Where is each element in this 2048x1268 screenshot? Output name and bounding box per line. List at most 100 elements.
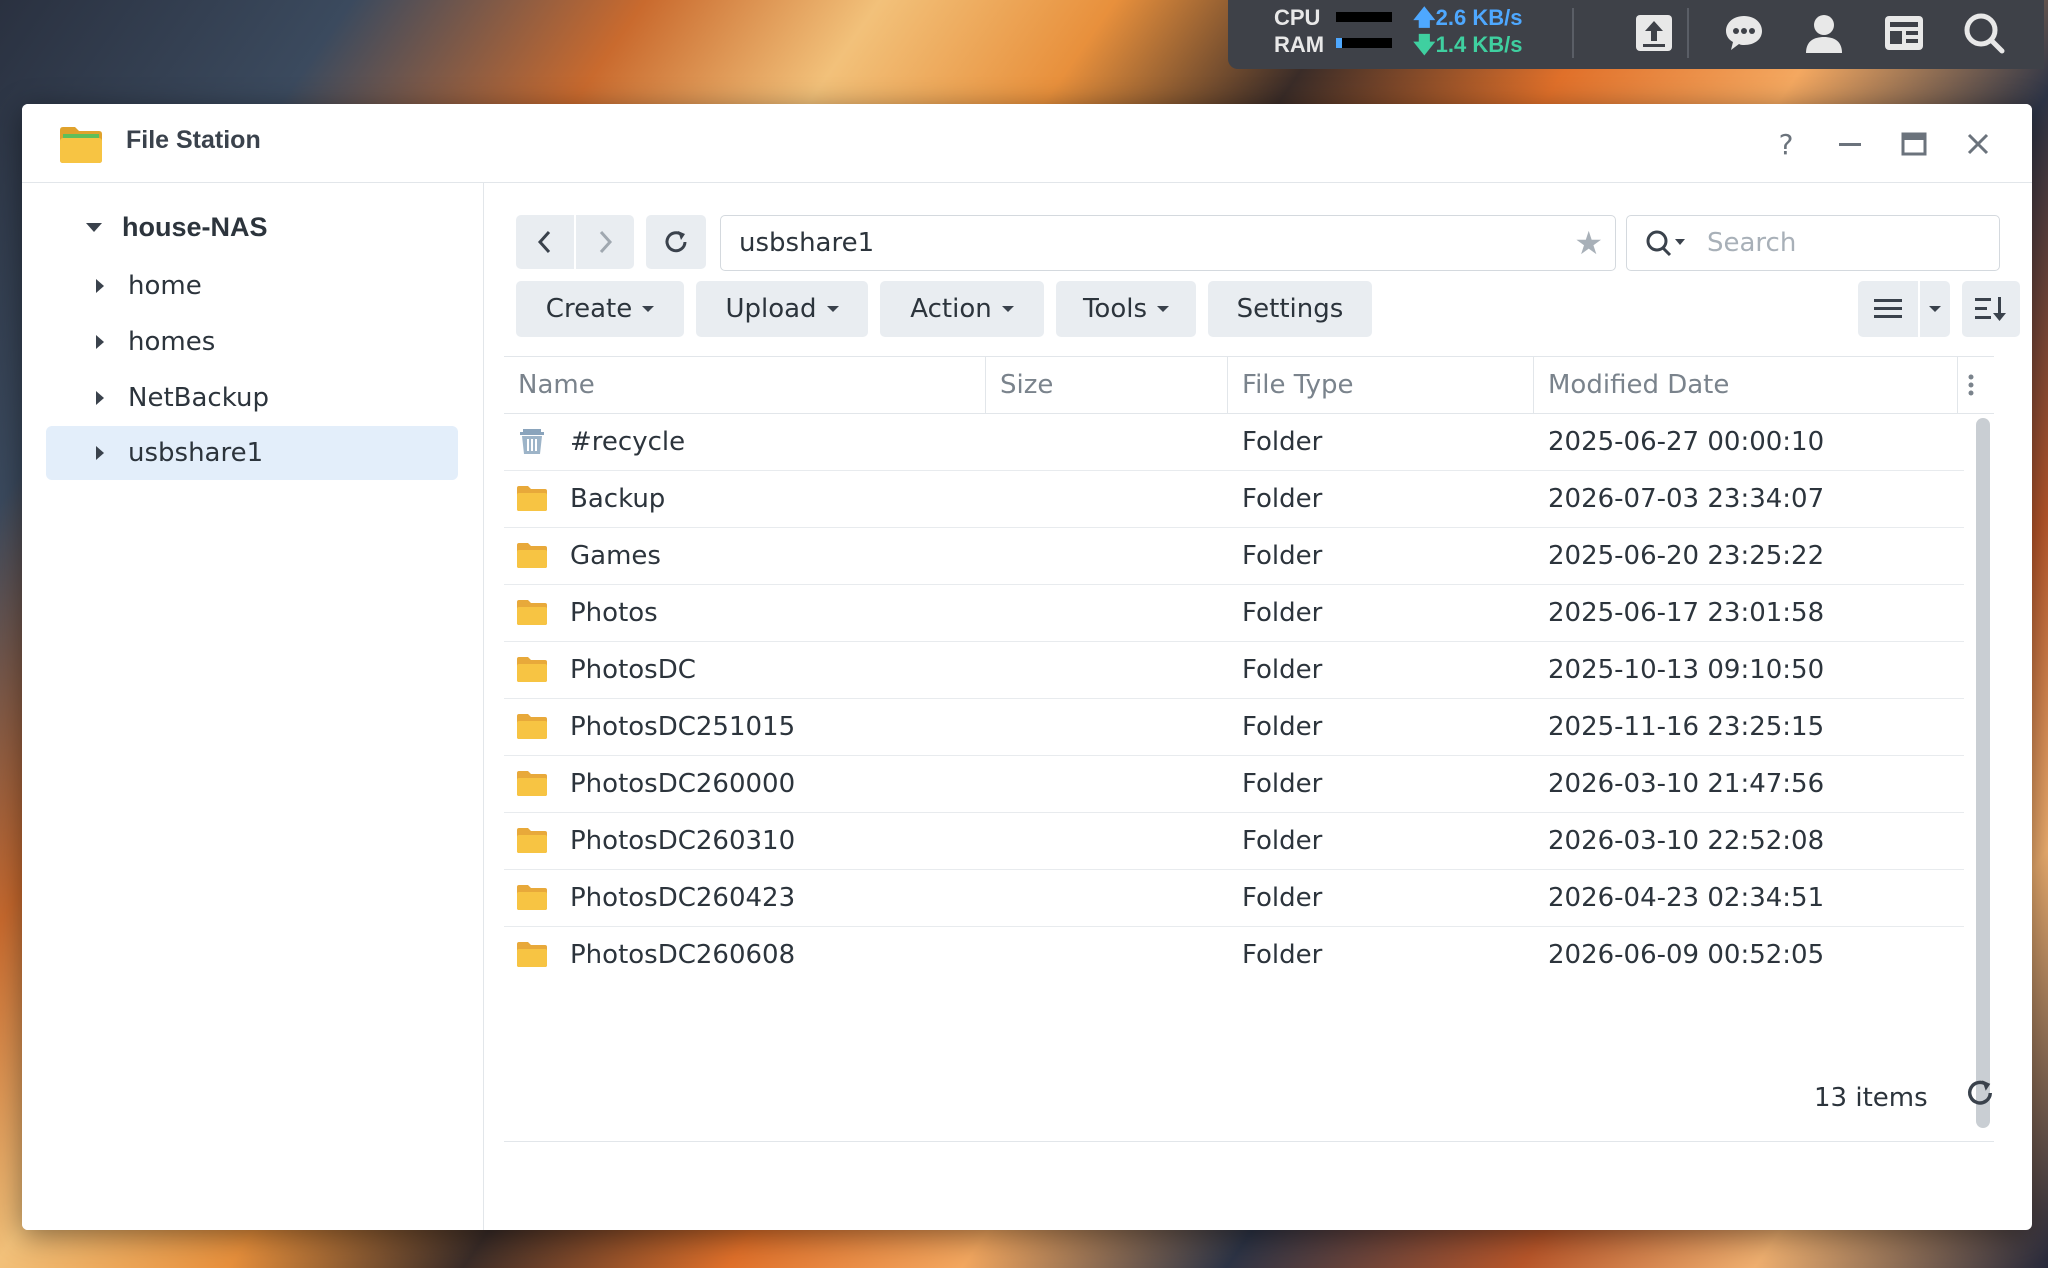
footer-refresh-button[interactable] <box>1964 1077 2004 1117</box>
sort-button[interactable] <box>1962 281 2020 337</box>
file-station-app-icon <box>60 127 102 163</box>
column-header-modified-date[interactable]: Modified Date <box>1534 357 1958 413</box>
window-title: File Station <box>126 126 261 154</box>
file-name: PhotosDC260000 <box>570 768 796 799</box>
settings-button[interactable]: Settings <box>1208 281 1372 337</box>
file-modified-date: 2026-06-09 00:52:05 <box>1548 939 1825 970</box>
search-box[interactable] <box>1626 215 2000 271</box>
chevron-right-icon[interactable] <box>96 335 104 349</box>
chevron-right-icon[interactable] <box>96 446 104 460</box>
action-button[interactable]: Action <box>880 281 1044 337</box>
file-type: Folder <box>1242 483 1323 514</box>
chevron-down-icon[interactable] <box>86 222 102 232</box>
file-name: PhotosDC251015 <box>570 711 796 742</box>
table-row[interactable]: PhotosDC260000 Folder 2026-03-10 21:47:56 <box>504 755 1964 813</box>
table-row[interactable]: PhotosDC Folder 2025-10-13 09:10:50 <box>504 641 1964 699</box>
chevron-left-icon <box>537 230 551 254</box>
file-name: PhotosDC260608 <box>570 939 796 970</box>
search-icon[interactable] <box>1645 228 1693 258</box>
resource-monitor[interactable]: CPU RAM <box>1274 4 1324 58</box>
table-row[interactable]: PhotosDC260608 Folder 2026-06-09 00:52:05 <box>504 926 1964 975</box>
chat-icon[interactable] <box>1720 8 1768 58</box>
folder-icon <box>516 541 548 569</box>
file-modified-date: 2025-11-16 23:25:15 <box>1548 711 1825 742</box>
items-count: 13 items <box>1814 1083 1928 1113</box>
file-modified-date: 2025-06-27 00:00:10 <box>1548 426 1825 457</box>
tree-item-netbackup[interactable]: NetBackup <box>46 371 458 425</box>
upload-label: Upload <box>725 294 817 324</box>
chevron-right-icon[interactable] <box>96 391 104 405</box>
action-label: Action <box>910 294 992 324</box>
back-button[interactable] <box>516 215 574 269</box>
file-modified-date: 2025-06-20 23:25:22 <box>1548 540 1825 571</box>
grid-rows: #recycle Folder 2025-06-27 00:00:10 Backup F… <box>504 413 1964 975</box>
search-input[interactable] <box>1705 224 1989 262</box>
list-view-button[interactable] <box>1858 281 1918 337</box>
file-modified-date: 2026-07-03 23:34:07 <box>1548 483 1825 514</box>
chevron-right-icon[interactable] <box>96 279 104 293</box>
caret-down-icon <box>826 306 839 312</box>
tree-item-label: homes <box>128 327 216 357</box>
minimize-icon <box>1839 143 1861 146</box>
caret-down-icon <box>1929 306 1941 312</box>
help-button[interactable]: ? <box>1766 124 1806 164</box>
list-view-icon <box>1874 299 1902 318</box>
refresh-button[interactable] <box>646 215 706 269</box>
file-modified-date: 2025-06-17 23:01:58 <box>1548 597 1825 628</box>
table-row[interactable]: Games Folder 2025-06-20 23:25:22 <box>504 527 1964 585</box>
search-icon[interactable] <box>1960 8 2008 58</box>
tree-root-house-nas[interactable]: house-NAS <box>64 207 268 247</box>
window-titlebar[interactable]: File Station ? <box>22 104 2032 183</box>
file-type: Folder <box>1242 939 1323 970</box>
sort-icon <box>1975 297 2006 321</box>
file-name: Backup <box>570 483 666 514</box>
user-icon[interactable] <box>1800 8 1848 58</box>
download-arrow-icon: 🡇 <box>1413 32 1436 57</box>
network-monitor[interactable]: 🡅2.6 KB/s 🡇1.4 KB/s <box>1413 4 1522 58</box>
upload-arrow-icon: 🡅 <box>1413 5 1436 30</box>
column-options-button[interactable] <box>1958 357 1994 413</box>
view-options-button[interactable] <box>1920 281 1950 337</box>
upload-tray-icon[interactable] <box>1630 8 1678 58</box>
table-row[interactable]: PhotosDC260310 Folder 2026-03-10 22:52:08 <box>504 812 1964 870</box>
trash-icon <box>516 427 548 455</box>
tree-item-label: usbshare1 <box>128 438 264 468</box>
column-header-size[interactable]: Size <box>986 357 1228 413</box>
folder-icon <box>516 940 548 968</box>
maximize-button[interactable] <box>1894 124 1934 164</box>
tools-button[interactable]: Tools <box>1056 281 1196 337</box>
tree-item-usbshare1[interactable]: usbshare1 <box>46 426 458 480</box>
upload-button[interactable]: Upload <box>696 281 868 337</box>
close-button[interactable] <box>1958 124 1998 164</box>
tools-label: Tools <box>1082 294 1148 324</box>
table-row[interactable]: #recycle Folder 2025-06-27 00:00:10 <box>504 413 1964 471</box>
table-row[interactable]: Backup Folder 2026-07-03 23:34:07 <box>504 470 1964 528</box>
forward-button[interactable] <box>576 215 634 269</box>
column-header-name[interactable]: Name <box>504 357 986 413</box>
file-type: Folder <box>1242 882 1323 913</box>
path-bar[interactable]: usbshare1 ★ <box>720 215 1616 271</box>
star-icon[interactable]: ★ <box>1574 224 1603 262</box>
folder-icon <box>516 712 548 740</box>
column-header-file-type[interactable]: File Type <box>1228 357 1534 413</box>
file-modified-date: 2025-10-13 09:10:50 <box>1548 654 1825 685</box>
grid-header: Name Size File Type Modified Date <box>504 356 1994 414</box>
cpu-label: CPU <box>1274 5 1321 30</box>
table-row[interactable]: Photos Folder 2025-06-17 23:01:58 <box>504 584 1964 642</box>
taskbar-divider <box>1687 8 1689 58</box>
maximize-icon <box>1901 132 1927 156</box>
table-row[interactable]: PhotosDC251015 Folder 2025-11-16 23:25:15 <box>504 698 1964 756</box>
widgets-icon[interactable] <box>1880 8 1928 58</box>
tree-item-homes[interactable]: homes <box>46 315 458 369</box>
tree-item-home[interactable]: home <box>46 259 458 313</box>
file-name: PhotosDC260423 <box>570 882 796 913</box>
settings-label: Settings <box>1236 294 1344 324</box>
close-icon <box>1967 133 1989 155</box>
create-button[interactable]: Create <box>516 281 684 337</box>
minimize-button[interactable] <box>1830 124 1870 164</box>
grid-scrollbar[interactable] <box>1976 418 1990 1128</box>
taskbar-divider <box>1572 8 1574 58</box>
folder-icon <box>516 769 548 797</box>
tree-root-label: house-NAS <box>122 211 268 242</box>
table-row[interactable]: PhotosDC260423 Folder 2026-04-23 02:34:51 <box>504 869 1964 927</box>
